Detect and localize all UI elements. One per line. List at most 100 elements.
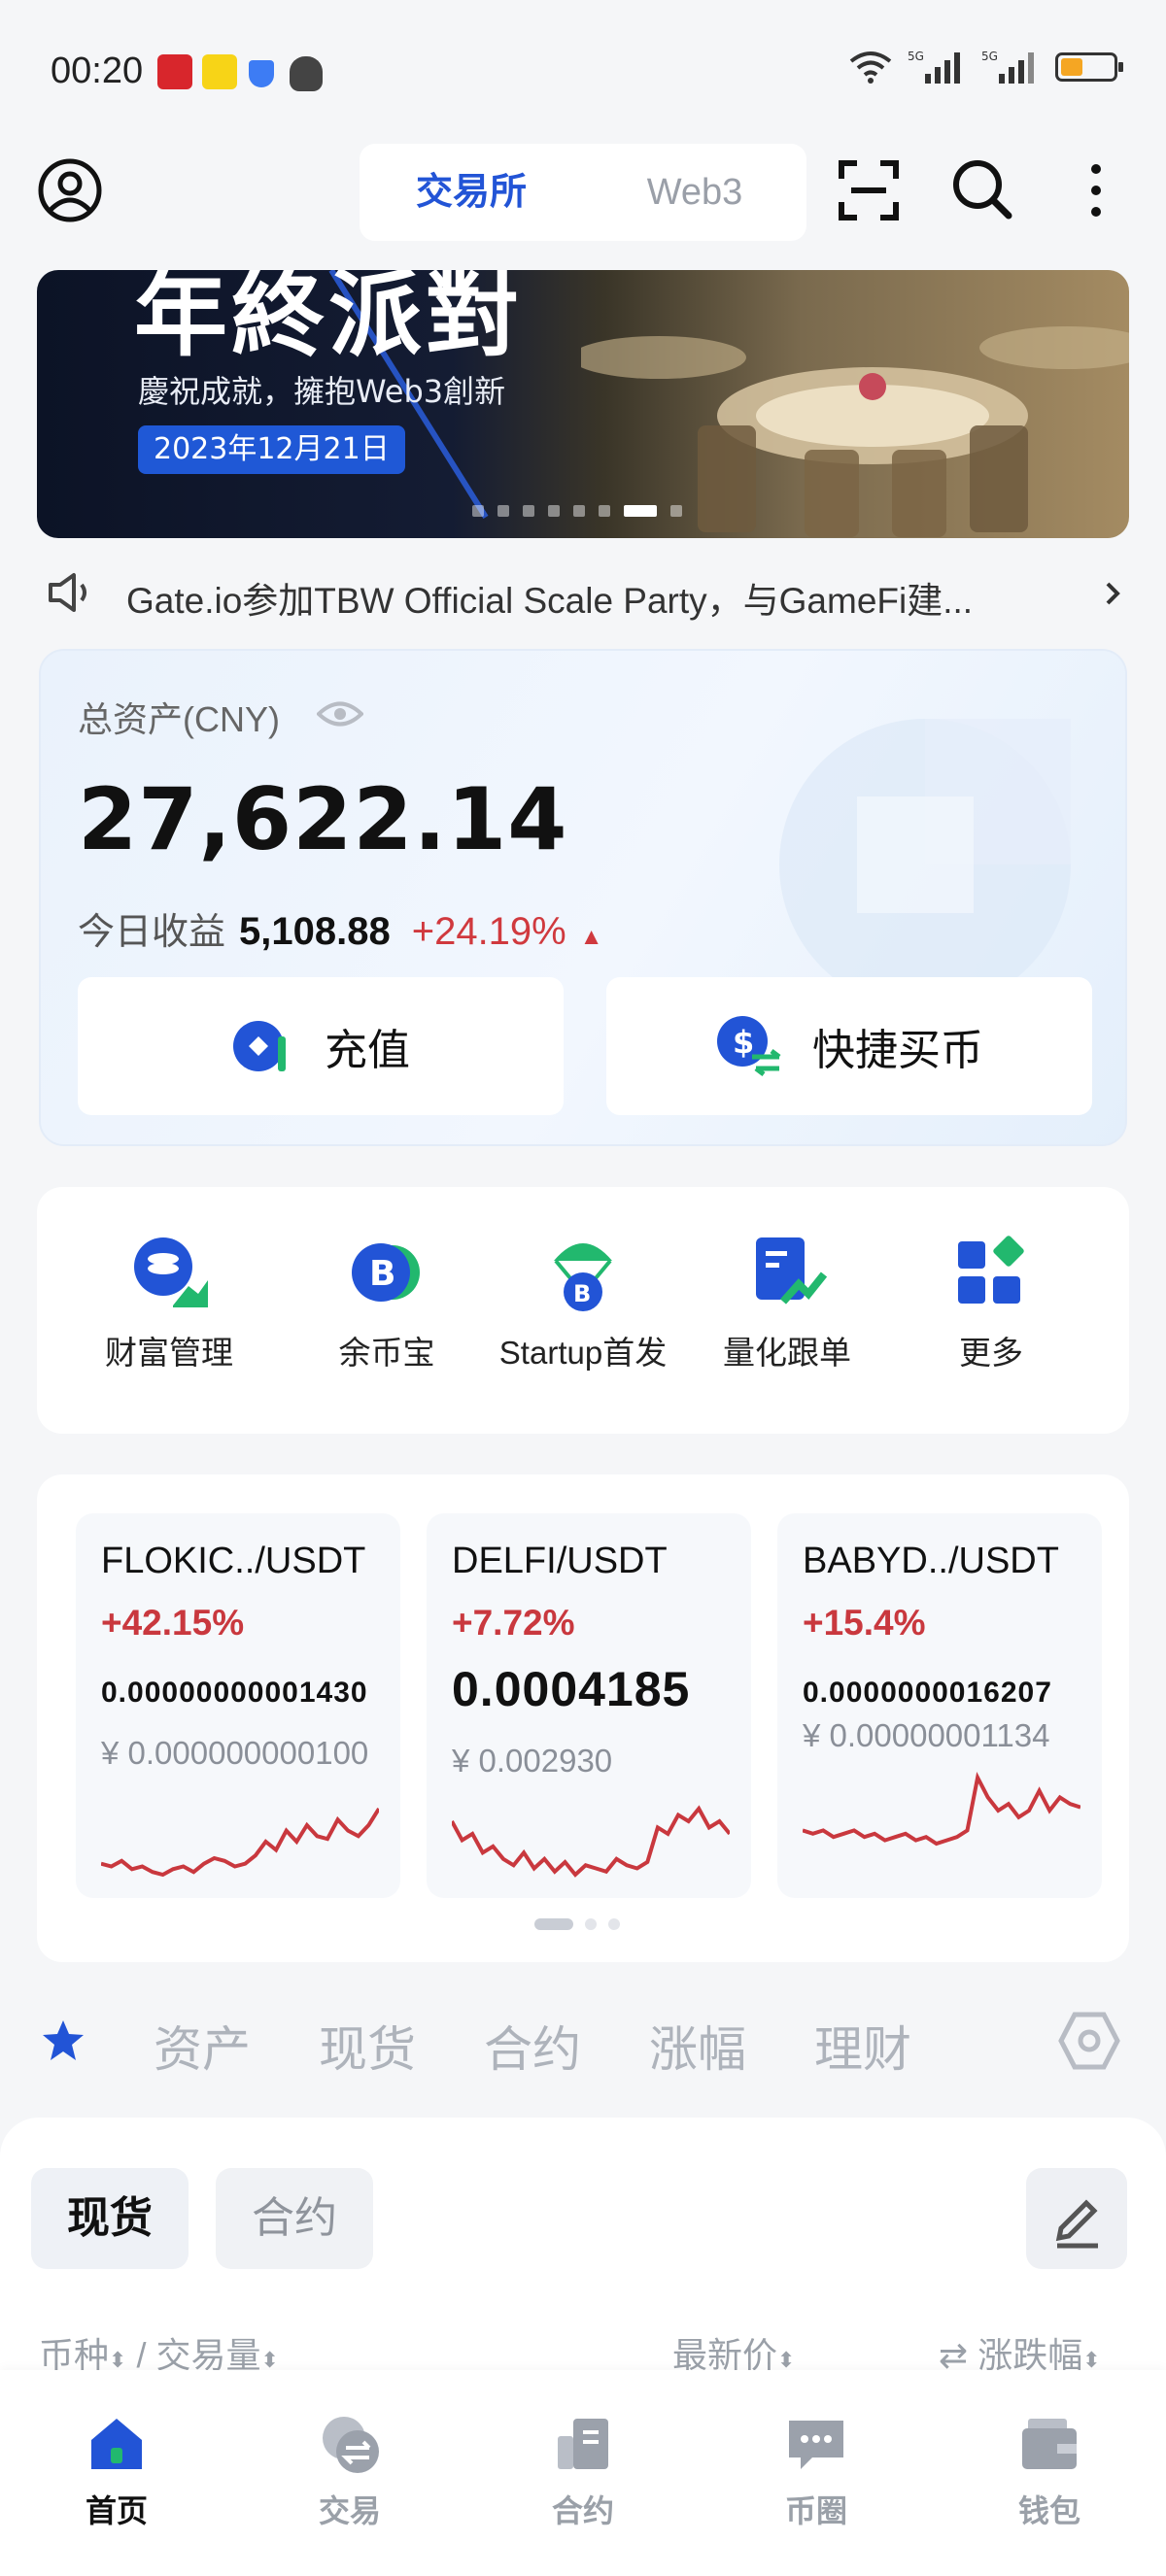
today-profit-value: 5,108.88 xyxy=(239,910,391,953)
quick-item-label: 余币宝 xyxy=(338,1335,435,1371)
tab-futures[interactable]: 合约 xyxy=(484,2011,581,2081)
market-change: +15.4% xyxy=(803,1603,926,1643)
banner-dot xyxy=(624,505,657,517)
quick-item-startup[interactable]: B Startup首发 xyxy=(476,1232,690,1397)
star-icon[interactable] xyxy=(41,2018,86,2063)
home-icon xyxy=(86,2413,148,2475)
column-price-label: 最新价 xyxy=(672,2335,778,2375)
banner-dot xyxy=(573,505,585,517)
column-pair: 币种 xyxy=(39,2335,110,2375)
tab-gainers[interactable]: 涨幅 xyxy=(649,2011,746,2081)
banner-pagination xyxy=(472,505,682,517)
scan-icon[interactable] xyxy=(838,159,900,221)
quick-item-quant[interactable]: 量化跟单 xyxy=(680,1232,894,1397)
system-status-icons: 5G 5G xyxy=(849,49,1123,85)
sort-icon: ⬍ xyxy=(777,2348,796,2372)
today-profit-label: 今日收益 xyxy=(78,912,226,953)
eye-icon[interactable] xyxy=(317,699,363,729)
tab-exchange[interactable]: 交易所 xyxy=(360,144,583,241)
nav-wallet[interactable]: 钱包 xyxy=(952,2413,1147,2531)
banner-photo xyxy=(581,326,1129,537)
banner-dot xyxy=(548,505,560,517)
column-volume: 交易量 xyxy=(155,2335,261,2375)
bitcoin-savings-icon: B xyxy=(346,1232,428,1313)
sparkline xyxy=(101,1807,379,1878)
signal-icon: 5G xyxy=(981,50,1034,84)
up-arrow-icon: ▲ xyxy=(579,924,603,950)
svg-text:5G: 5G xyxy=(908,50,924,63)
deposit-icon xyxy=(233,1021,286,1071)
market-card-babyd[interactable]: BABYD../USDT +15.4% 0.0000000016207 ¥ 0.… xyxy=(777,1513,1102,1898)
quant-copy-icon xyxy=(746,1232,828,1313)
nav-home[interactable]: 首页 xyxy=(19,2413,214,2531)
total-assets-value: 27,622.14 xyxy=(78,769,568,869)
tab-assets[interactable]: 资产 xyxy=(154,2011,251,2081)
tab-web3[interactable]: Web3 xyxy=(583,144,806,241)
tab-spot[interactable]: 现货 xyxy=(319,2011,416,2081)
today-profit-row: 今日收益 5,108.88 +24.19% ▲ xyxy=(78,901,603,955)
sparkline-path xyxy=(803,1772,1080,1847)
quick-item-label: 更多 xyxy=(959,1335,1023,1371)
announcement-bar[interactable]: Gate.io参加TBW Official Scale Party，与GameF… xyxy=(37,561,1129,624)
svg-text:B: B xyxy=(573,1280,591,1307)
nav-trade[interactable]: 交易 xyxy=(253,2413,447,2531)
quick-menu: 财富管理 B 余币宝 B Startup首发 量化跟单 更多 xyxy=(37,1187,1129,1434)
quick-item-savings[interactable]: B 余币宝 xyxy=(280,1232,494,1397)
bottom-navigation: 首页 交易 合约 币圈 钱包 xyxy=(0,2370,1166,2576)
nav-community[interactable]: 币圈 xyxy=(719,2413,913,2531)
nav-label: 首页 xyxy=(85,2493,148,2528)
nav-label: 合约 xyxy=(551,2493,614,2528)
market-change: +42.15% xyxy=(101,1603,245,1643)
promo-banner[interactable]: 年終派對 慶祝成就，擁抱Web3創新 2023年12月21日 xyxy=(37,270,1129,538)
banner-date: 2023年12月21日 xyxy=(138,425,405,474)
notification-app-icon xyxy=(157,54,192,89)
battery-icon xyxy=(1055,52,1123,82)
hot-markets: FLOKIC../USDT +42.15% 0.00000000001430 ¥… xyxy=(37,1474,1129,1962)
quick-buy-label: 快捷买币 xyxy=(812,1027,983,1074)
nav-label: 币圈 xyxy=(784,2493,847,2528)
sparkline-path xyxy=(452,1805,730,1878)
deposit-button[interactable]: 充值 xyxy=(78,977,564,1115)
market-cny-price: ¥ 0.002930 xyxy=(452,1743,613,1779)
tab-finance[interactable]: 理财 xyxy=(814,2011,911,2081)
banner-dot xyxy=(497,505,509,517)
quick-item-wealth[interactable]: 财富管理 xyxy=(62,1232,276,1397)
total-assets-label: 总资产(CNY) xyxy=(78,699,280,739)
market-change: +7.72% xyxy=(452,1603,575,1643)
announcement-text: Gate.io参加TBW Official Scale Party，与GameF… xyxy=(126,581,974,621)
quick-item-more[interactable]: 更多 xyxy=(884,1232,1098,1397)
column-change-label: 涨跌幅 xyxy=(977,2335,1083,2375)
edit-button[interactable] xyxy=(1026,2168,1127,2269)
quick-buy-icon: $ xyxy=(717,1016,781,1076)
nav-futures[interactable]: 合约 xyxy=(486,2413,680,2531)
list-tab-spot[interactable]: 现货 xyxy=(31,2168,189,2269)
startup-launch-icon: B xyxy=(542,1232,624,1313)
today-profit-percent: +24.19% xyxy=(411,910,566,953)
nav-label: 钱包 xyxy=(1017,2493,1080,2528)
nav-label: 交易 xyxy=(318,2493,381,2528)
more-menu-icon[interactable] xyxy=(1084,161,1108,220)
market-price: 0.00000000001430 xyxy=(101,1677,368,1709)
banner-dot xyxy=(523,505,534,517)
market-card-delfi[interactable]: DELFI/USDT +7.72% 0.0004185 ¥ 0.002930 xyxy=(427,1513,751,1898)
banner-subtitle: 慶祝成就，擁抱Web3創新 xyxy=(138,373,506,410)
quick-buy-button[interactable]: $ 快捷买币 xyxy=(606,977,1092,1115)
futures-icon xyxy=(552,2413,614,2475)
svg-text:B: B xyxy=(369,1254,395,1294)
swap-icon: ⇄ xyxy=(939,2335,969,2375)
sparkline xyxy=(452,1805,730,1878)
profile-icon[interactable] xyxy=(37,157,103,223)
settings-hex-icon[interactable] xyxy=(1057,2009,1121,2073)
quick-item-label: 量化跟单 xyxy=(723,1335,851,1371)
search-icon[interactable] xyxy=(950,157,1014,221)
market-card-floki[interactable]: FLOKIC../USDT +42.15% 0.00000000001430 ¥… xyxy=(76,1513,400,1898)
sparkline-path xyxy=(101,1807,379,1878)
quick-item-label: 财富管理 xyxy=(105,1335,233,1371)
penguin-icon xyxy=(290,56,323,91)
sort-icon: ⬍ xyxy=(260,2348,279,2372)
market-pair: FLOKIC../USDT xyxy=(101,1541,366,1581)
wifi-icon xyxy=(849,51,892,84)
wallet-icon xyxy=(1018,2413,1080,2475)
market-price: 0.0000000016207 xyxy=(803,1677,1052,1709)
list-tab-futures[interactable]: 合约 xyxy=(216,2168,373,2269)
